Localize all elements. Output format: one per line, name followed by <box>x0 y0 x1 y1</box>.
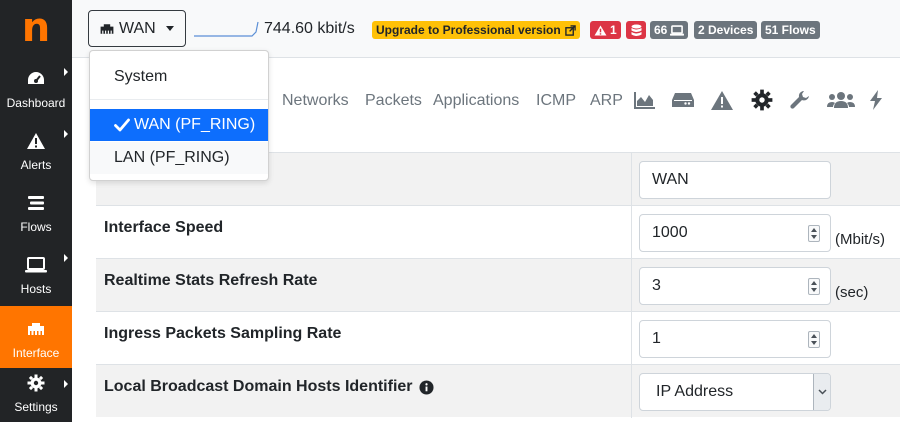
bolt-icon[interactable] <box>864 88 888 112</box>
alerts-badge[interactable]: 1 <box>590 21 621 39</box>
unit-label: (sec) <box>835 284 869 301</box>
throughput-sparkline <box>194 21 259 37</box>
upgrade-badge[interactable]: Upgrade to Professional version <box>372 21 580 39</box>
warning-triangle-icon <box>25 130 47 152</box>
interface-dropdown-menu: System WAN (PF_RING) LAN (PF_RING) <box>89 50 269 181</box>
flows-badge[interactable]: 51 Flows <box>761 21 820 39</box>
sidebar: n Dashboard Alerts Flows Hosts Interface <box>0 0 72 422</box>
devices-badge[interactable]: 2 Devices <box>694 21 758 39</box>
number-spinner[interactable] <box>808 331 820 348</box>
tab-networks[interactable]: Networks <box>282 92 349 110</box>
logo-letter: n <box>21 5 51 51</box>
chevron-down-icon <box>813 374 830 410</box>
stream-icon <box>25 192 47 214</box>
gear-icon <box>25 372 47 394</box>
laptop-icon <box>25 254 47 276</box>
info-circle-icon[interactable] <box>418 379 434 395</box>
field-value: WAN <box>652 171 689 188</box>
setting-label: Local Broadcast Domain Hosts Identifier <box>104 378 434 396</box>
number-spinner[interactable] <box>808 278 820 295</box>
tab-applications[interactable]: Applications <box>433 92 519 110</box>
dashboard-gauge-icon <box>25 68 47 90</box>
interface-selector-button[interactable]: WAN <box>88 10 186 47</box>
ethernet-icon <box>99 23 115 35</box>
table-row: Ingress Packets Sampling Rate 1 <box>96 311 900 365</box>
sidebar-item-label: Hosts <box>20 282 52 296</box>
refresh-rate-input[interactable]: 3 <box>639 267 831 305</box>
sidebar-item-interface[interactable]: Interface <box>0 306 72 368</box>
interface-selector-label: WAN <box>119 19 156 37</box>
field-value: 1 <box>652 330 661 347</box>
field-value: 1000 <box>652 224 688 241</box>
tab-packets[interactable]: Packets <box>365 92 422 110</box>
hdd-icon[interactable] <box>671 88 695 112</box>
unit-label: (Mbit/s) <box>835 231 885 248</box>
sidebar-item-label: Dashboard <box>6 96 66 110</box>
wrench-icon[interactable] <box>788 88 812 112</box>
dropdown-item-label: WAN (PF_RING) <box>134 116 256 133</box>
upgrade-label: Upgrade to Professional version <box>376 23 561 37</box>
sidebar-item-dashboard[interactable]: Dashboard <box>0 56 72 118</box>
interface-alias-input[interactable]: WAN <box>639 161 831 199</box>
dropdown-item-lan[interactable]: LAN (PF_RING) <box>90 142 268 174</box>
table-row: Local Broadcast Domain Hosts Identifier … <box>96 364 900 418</box>
hosts-count: 66 <box>654 23 668 37</box>
select-value: IP Address <box>656 383 734 400</box>
sidebar-item-flows[interactable]: Flows <box>0 180 72 242</box>
dropdown-item-system[interactable]: System <box>90 61 268 93</box>
laptop-icon <box>670 24 685 36</box>
ethernet-icon <box>25 318 47 340</box>
sampling-rate-input[interactable]: 1 <box>639 320 831 358</box>
field-value: 3 <box>652 277 661 294</box>
ntopng-logo[interactable]: n <box>0 0 72 56</box>
gear-icon[interactable] <box>750 88 774 112</box>
number-spinner[interactable] <box>808 225 820 242</box>
dropdown-item-label: System <box>114 68 168 85</box>
dropdown-divider <box>90 99 268 100</box>
hosts-count-badge[interactable]: 66 <box>650 21 689 39</box>
dropdown-item-wan[interactable]: WAN (PF_RING) <box>90 109 268 141</box>
tab-icmp[interactable]: ICMP <box>536 92 576 110</box>
submenu-caret-icon <box>64 68 68 76</box>
database-icon <box>631 24 641 36</box>
external-link-icon <box>564 24 576 36</box>
sidebar-item-hosts[interactable]: Hosts <box>0 242 72 304</box>
sidebar-item-label: Interface <box>12 346 60 360</box>
table-row: Realtime Stats Refresh Rate 3 (sec) <box>96 258 900 312</box>
throughput-value: 744.60 kbit/s <box>264 20 355 37</box>
check-icon <box>114 118 130 132</box>
sidebar-item-settings[interactable]: Settings <box>0 368 72 422</box>
submenu-caret-icon <box>64 254 68 262</box>
setting-label: Realtime Stats Refresh Rate <box>104 272 318 289</box>
dropdown-item-label: LAN (PF_RING) <box>114 149 230 166</box>
users-icon[interactable] <box>827 88 855 112</box>
warning-triangle-icon <box>594 24 607 36</box>
sidebar-item-label: Flows <box>20 220 52 234</box>
setting-label: Ingress Packets Sampling Rate <box>104 325 342 342</box>
sidebar-item-alerts[interactable]: Alerts <box>0 118 72 180</box>
caret-down-icon <box>165 26 174 31</box>
submenu-caret-icon <box>64 380 68 388</box>
sidebar-item-label: Alerts <box>20 158 52 172</box>
interface-speed-input[interactable]: 1000 <box>639 214 831 252</box>
alerts-count: 1 <box>610 23 617 37</box>
table-row: Interface Speed 1000 (Mbit/s) <box>96 205 900 259</box>
setting-label: Interface Speed <box>104 219 224 236</box>
database-badge[interactable] <box>626 21 646 39</box>
broadcast-domain-identifier-select[interactable]: IP Address <box>639 373 831 411</box>
sidebar-item-label: Settings <box>14 400 58 414</box>
warning-triangle-icon[interactable] <box>710 88 734 112</box>
area-chart-icon[interactable] <box>633 88 657 112</box>
submenu-caret-icon <box>64 130 68 138</box>
tab-arp[interactable]: ARP <box>590 92 623 110</box>
